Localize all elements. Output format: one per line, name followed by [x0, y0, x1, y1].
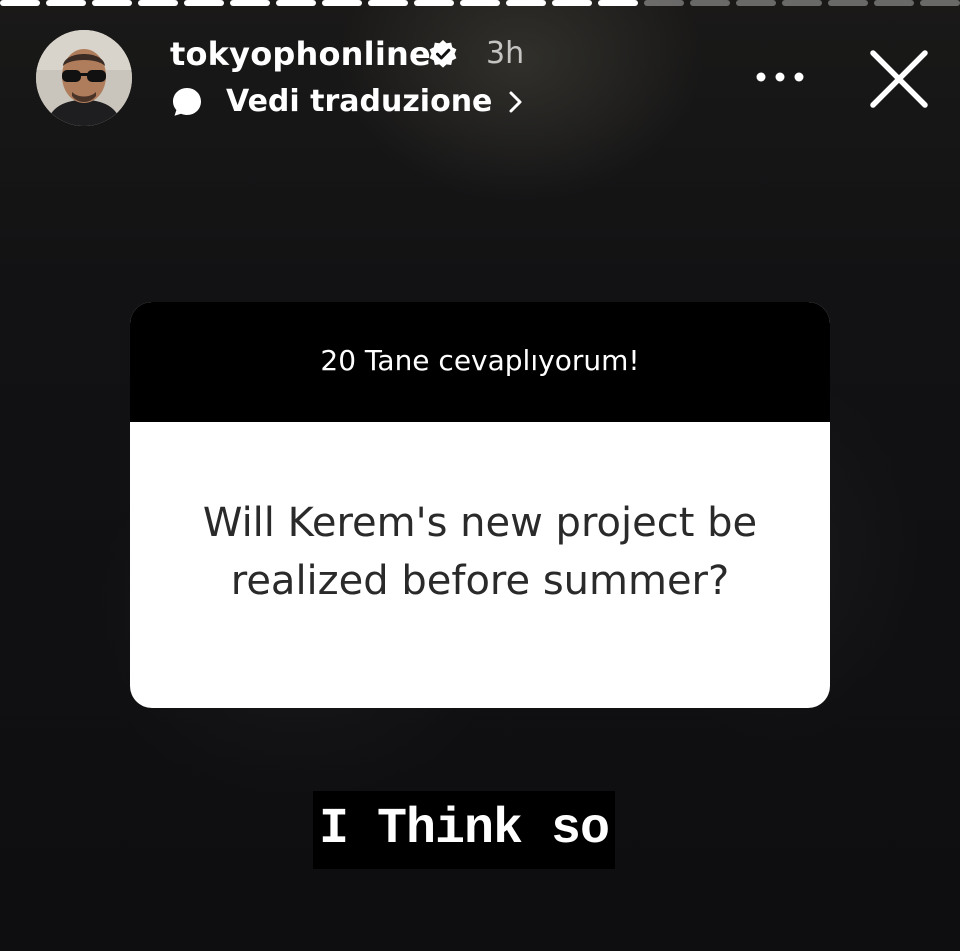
progress-segment — [920, 0, 960, 6]
story-viewer[interactable]: tokyophonline 3h Vedi traduzione 20 Tane… — [0, 0, 960, 951]
progress-segment — [828, 0, 868, 6]
chat-bubble-icon — [173, 88, 201, 116]
progress-segment — [690, 0, 730, 6]
progress-segment — [552, 0, 592, 6]
progress-segment — [460, 0, 500, 6]
progress-segment — [322, 0, 362, 6]
progress-segment — [0, 0, 40, 6]
answer-text-block: I Think so — [313, 791, 616, 869]
progress-segment — [736, 0, 776, 6]
verified-badge-icon — [429, 40, 457, 68]
progress-segment — [92, 0, 132, 6]
author-username[interactable]: tokyophonline — [170, 32, 431, 76]
question-sticker-title: 20 Tane cevaplıyorum! — [320, 343, 640, 377]
question-text: Will Kerem's new project be realized bef… — [202, 500, 758, 604]
more-horizontal-icon[interactable] — [752, 62, 808, 92]
question-sticker[interactable]: 20 Tane cevaplıyorum! Will Kerem's new p… — [130, 302, 830, 708]
question-sticker-header: 20 Tane cevaplıyorum! — [130, 302, 830, 422]
progress-segment — [276, 0, 316, 6]
progress-segment — [506, 0, 546, 6]
answer-text: I Think so — [319, 801, 610, 858]
question-sticker-body: Will Kerem's new project be realized bef… — [130, 422, 830, 708]
story-progress-bar — [0, 0, 960, 6]
translate-label: Vedi traduzione — [226, 84, 493, 119]
progress-segment — [644, 0, 684, 6]
translate-button[interactable]: Vedi traduzione — [170, 80, 526, 124]
chevron-right-icon — [509, 91, 522, 113]
progress-segment — [414, 0, 454, 6]
progress-segment — [598, 0, 638, 6]
progress-segment — [46, 0, 86, 6]
progress-segment — [230, 0, 270, 6]
author-avatar[interactable] — [36, 30, 132, 126]
progress-segment — [138, 0, 178, 6]
progress-segment — [782, 0, 822, 6]
progress-segment — [184, 0, 224, 6]
progress-segment — [874, 0, 914, 6]
avatar-image — [36, 30, 132, 126]
progress-segment — [368, 0, 408, 6]
post-time: 3h — [486, 36, 525, 71]
close-icon[interactable] — [866, 46, 932, 112]
